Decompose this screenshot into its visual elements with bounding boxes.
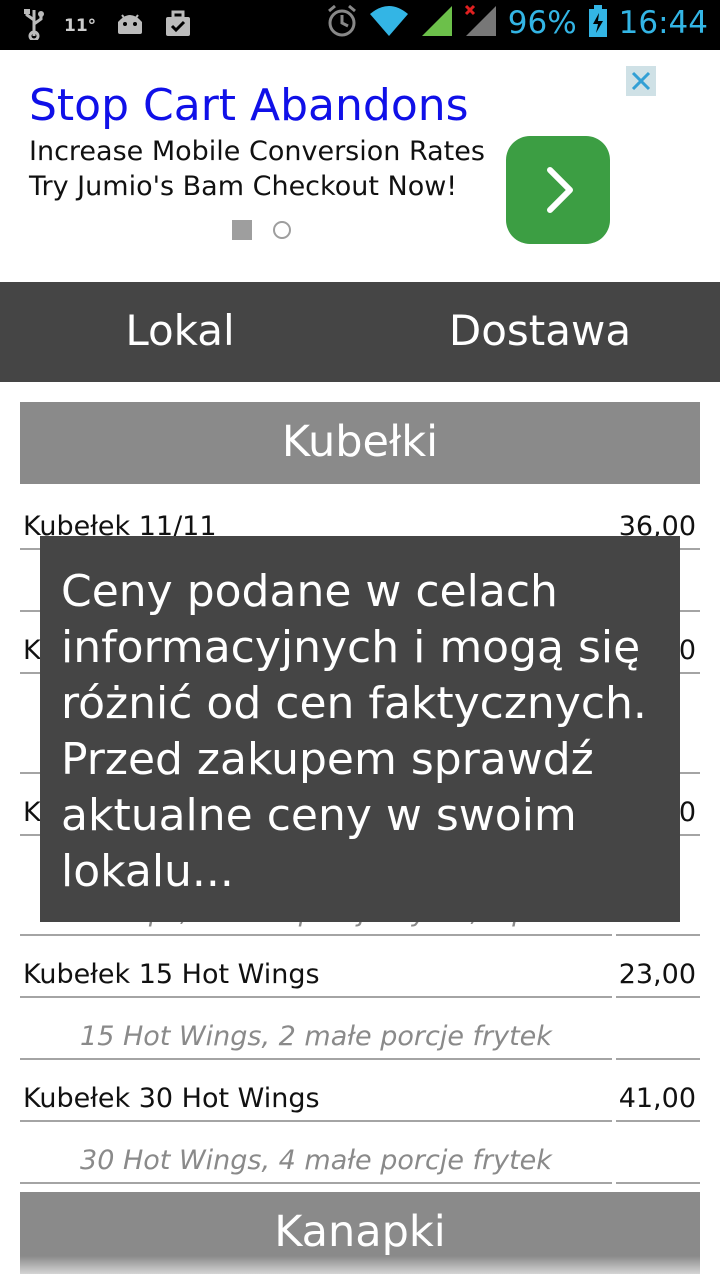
menu-item-price-empty	[616, 998, 700, 1060]
menu-item-name: Kubełek 15 Hot Wings	[20, 936, 612, 998]
ad-text-line-1: Increase Mobile Conversion Rates	[29, 136, 485, 167]
close-icon	[631, 71, 651, 91]
menu-item-desc: 30 Hot Wings, 4 małe porcje frytek	[20, 1122, 612, 1184]
list-fade	[0, 1256, 720, 1280]
tab-lokal[interactable]: Lokal	[0, 282, 360, 382]
status-bar-notifications: 11°	[22, 8, 192, 44]
ad-close-button[interactable]	[626, 66, 656, 96]
ad-text-line-2: Try Jumio's Bam Checkout Now!	[29, 171, 458, 202]
ad-title[interactable]: Stop Cart Abandons	[29, 80, 469, 131]
menu-item-desc-row: 30 Hot Wings, 4 małe porcje frytek	[20, 1122, 700, 1184]
ad-go-button[interactable]	[506, 136, 610, 244]
menu-item-desc: 15 Hot Wings, 2 małe porcje frytek	[20, 998, 612, 1060]
chevron-right-icon	[547, 167, 573, 213]
menu-item-price-empty	[616, 1122, 700, 1184]
temperature-label: 11°	[64, 16, 97, 36]
signal-no-service-icon	[464, 4, 498, 42]
ad-banner[interactable]: Stop Cart Abandons Increase Mobile Conve…	[0, 50, 720, 282]
menu-item-price: 23,00	[616, 936, 700, 998]
menu-item-price: 41,00	[616, 1060, 700, 1122]
alarm-icon	[326, 4, 358, 42]
tab-bar: Lokal Dostawa	[0, 282, 720, 382]
ad-page-indicator-active	[232, 220, 252, 240]
ad-page-indicator[interactable]	[273, 221, 291, 239]
menu-item-desc-row: 15 Hot Wings, 2 małe porcje frytek	[20, 998, 700, 1060]
battery-charging-icon	[587, 4, 609, 42]
price-disclaimer-toast: Ceny podane w celach informacyjnych i mo…	[40, 536, 680, 922]
battery-percent: 96%	[507, 5, 577, 41]
menu-item-name: Kubełek 30 Hot Wings	[20, 1060, 612, 1122]
signal-icon	[420, 4, 454, 42]
category-header-kubelki[interactable]: Kubełki	[20, 402, 700, 484]
android-icon	[114, 12, 146, 40]
clock: 16:44	[618, 5, 708, 41]
usb-icon	[22, 8, 46, 44]
menu-item-row[interactable]: Kubełek 30 Hot Wings 41,00	[20, 1060, 700, 1122]
briefcase-check-icon	[164, 10, 192, 42]
status-bar-system: 96% 16:44	[326, 4, 708, 42]
wifi-icon	[368, 4, 410, 42]
status-bar: 11° 96% 16:44	[0, 0, 720, 50]
menu-item-row[interactable]: Kubełek 15 Hot Wings 23,00	[20, 936, 700, 998]
tab-dostawa[interactable]: Dostawa	[360, 282, 720, 382]
